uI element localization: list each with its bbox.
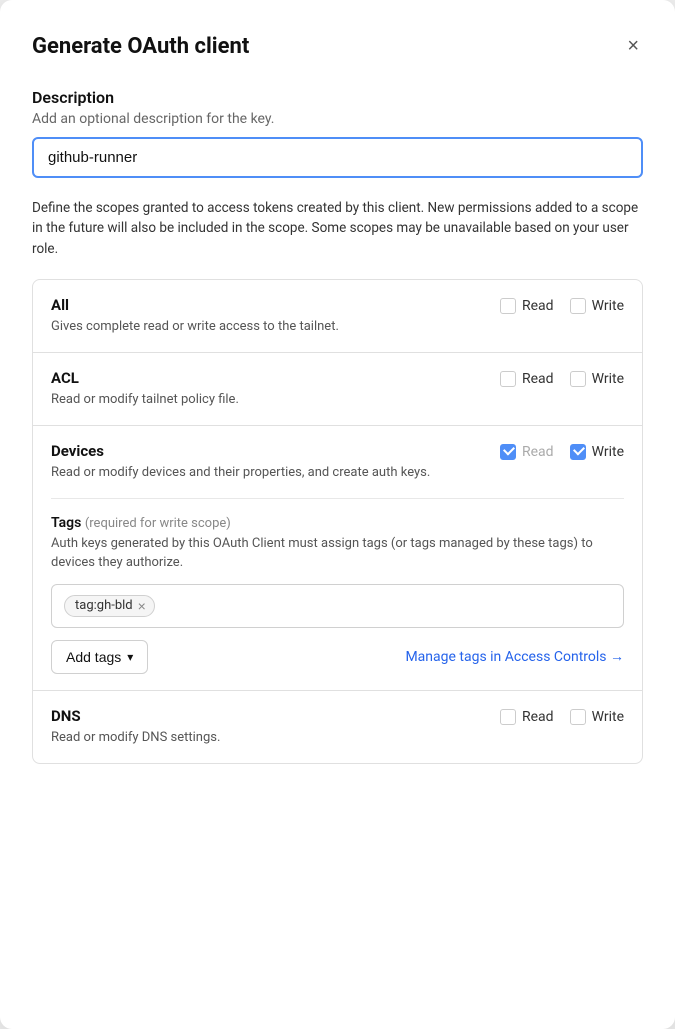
description-input[interactable] bbox=[32, 137, 643, 178]
description-label: Description bbox=[32, 88, 643, 107]
scope-dns-info: DNS Read or modify DNS settings. bbox=[51, 707, 480, 747]
scope-acl-info: ACL Read or modify tailnet policy file. bbox=[51, 369, 480, 409]
scope-devices-read-label[interactable]: Read bbox=[522, 444, 554, 460]
scope-acl-read-label[interactable]: Read bbox=[522, 371, 554, 387]
generate-oauth-modal: Generate OAuth client × Description Add … bbox=[0, 0, 675, 1029]
scope-all-write-group: Write bbox=[570, 298, 624, 314]
scope-dns-write-label[interactable]: Write bbox=[592, 709, 624, 725]
scope-row-all: All Gives complete read or write access … bbox=[33, 280, 642, 353]
scopes-info-text: Define the scopes granted to access toke… bbox=[32, 198, 643, 259]
scope-dns-write-group: Write bbox=[570, 709, 624, 725]
tag-chip-value: tag:gh-bld bbox=[75, 598, 133, 613]
scope-devices-read-checkbox[interactable] bbox=[500, 444, 516, 460]
modal-title: Generate OAuth client bbox=[32, 34, 249, 59]
scope-all-name: All bbox=[51, 296, 480, 314]
scope-row-devices-header: Devices Read or modify devices and their… bbox=[51, 442, 624, 482]
scope-all-read-group: Read bbox=[500, 298, 554, 314]
scope-acl-name: ACL bbox=[51, 369, 480, 387]
scope-acl-read-group: Read bbox=[500, 371, 554, 387]
manage-tags-link[interactable]: Manage tags in Access Controls → bbox=[405, 648, 624, 665]
scope-acl-write-group: Write bbox=[570, 371, 624, 387]
scope-dns-read-group: Read bbox=[500, 709, 554, 725]
scope-acl-write-checkbox[interactable] bbox=[570, 371, 586, 387]
scope-row-all-header: All Gives complete read or write access … bbox=[51, 296, 624, 336]
scope-all-write-label[interactable]: Write bbox=[592, 298, 624, 314]
scope-row-acl: ACL Read or modify tailnet policy file. … bbox=[33, 353, 642, 426]
scope-dns-read-checkbox[interactable] bbox=[500, 709, 516, 725]
scope-all-write-checkbox[interactable] bbox=[570, 298, 586, 314]
scope-acl-checkboxes: Read Write bbox=[500, 371, 624, 387]
scope-row-acl-header: ACL Read or modify tailnet policy file. … bbox=[51, 369, 624, 409]
scope-row-devices: Devices Read or modify devices and their… bbox=[33, 426, 642, 691]
scope-dns-write-checkbox[interactable] bbox=[570, 709, 586, 725]
tags-desc: Auth keys generated by this OAuth Client… bbox=[51, 535, 624, 571]
scope-devices-desc: Read or modify devices and their propert… bbox=[51, 464, 480, 482]
scope-acl-desc: Read or modify tailnet policy file. bbox=[51, 391, 480, 409]
modal-header: Generate OAuth client × bbox=[32, 32, 643, 60]
scope-acl-write-label[interactable]: Write bbox=[592, 371, 624, 387]
tags-input-box[interactable]: tag:gh-bld × bbox=[51, 584, 624, 628]
description-sublabel: Add an optional description for the key. bbox=[32, 111, 643, 127]
scope-devices-checkboxes: Read Write bbox=[500, 444, 624, 460]
scope-all-checkboxes: Read Write bbox=[500, 298, 624, 314]
tag-remove-button[interactable]: × bbox=[138, 599, 146, 613]
scope-all-read-label[interactable]: Read bbox=[522, 298, 554, 314]
scope-all-read-checkbox[interactable] bbox=[500, 298, 516, 314]
tag-chip: tag:gh-bld × bbox=[64, 595, 155, 617]
tags-required-note: (required for write scope) bbox=[85, 516, 231, 531]
tags-label-text: Tags bbox=[51, 515, 81, 531]
add-tags-label: Add tags bbox=[66, 649, 121, 665]
scope-dns-checkboxes: Read Write bbox=[500, 709, 624, 725]
scope-devices-write-checkbox[interactable] bbox=[570, 444, 586, 460]
scope-devices-read-group: Read bbox=[500, 444, 554, 460]
tags-actions: Add tags ▾ Manage tags in Access Control… bbox=[51, 640, 624, 674]
scope-devices-write-group: Write bbox=[570, 444, 624, 460]
scope-dns-desc: Read or modify DNS settings. bbox=[51, 729, 480, 747]
scope-dns-name: DNS bbox=[51, 707, 480, 725]
scope-row-dns-header: DNS Read or modify DNS settings. Read Wr… bbox=[51, 707, 624, 747]
scope-devices-info: Devices Read or modify devices and their… bbox=[51, 442, 480, 482]
scope-all-desc: Gives complete read or write access to t… bbox=[51, 318, 480, 336]
tags-subsection: Tags (required for write scope) Auth key… bbox=[51, 498, 624, 673]
add-tags-button[interactable]: Add tags ▾ bbox=[51, 640, 148, 674]
tags-label: Tags (required for write scope) bbox=[51, 515, 624, 531]
close-button[interactable]: × bbox=[623, 32, 643, 60]
scope-row-dns: DNS Read or modify DNS settings. Read Wr… bbox=[33, 691, 642, 763]
scope-dns-read-label[interactable]: Read bbox=[522, 709, 554, 725]
chevron-down-icon: ▾ bbox=[127, 650, 133, 664]
close-icon: × bbox=[627, 36, 639, 56]
scope-all-info: All Gives complete read or write access … bbox=[51, 296, 480, 336]
scope-devices-name: Devices bbox=[51, 442, 480, 460]
description-section: Description Add an optional description … bbox=[32, 88, 643, 198]
scope-acl-read-checkbox[interactable] bbox=[500, 371, 516, 387]
scope-devices-write-label[interactable]: Write bbox=[592, 444, 624, 460]
scopes-table: All Gives complete read or write access … bbox=[32, 279, 643, 764]
